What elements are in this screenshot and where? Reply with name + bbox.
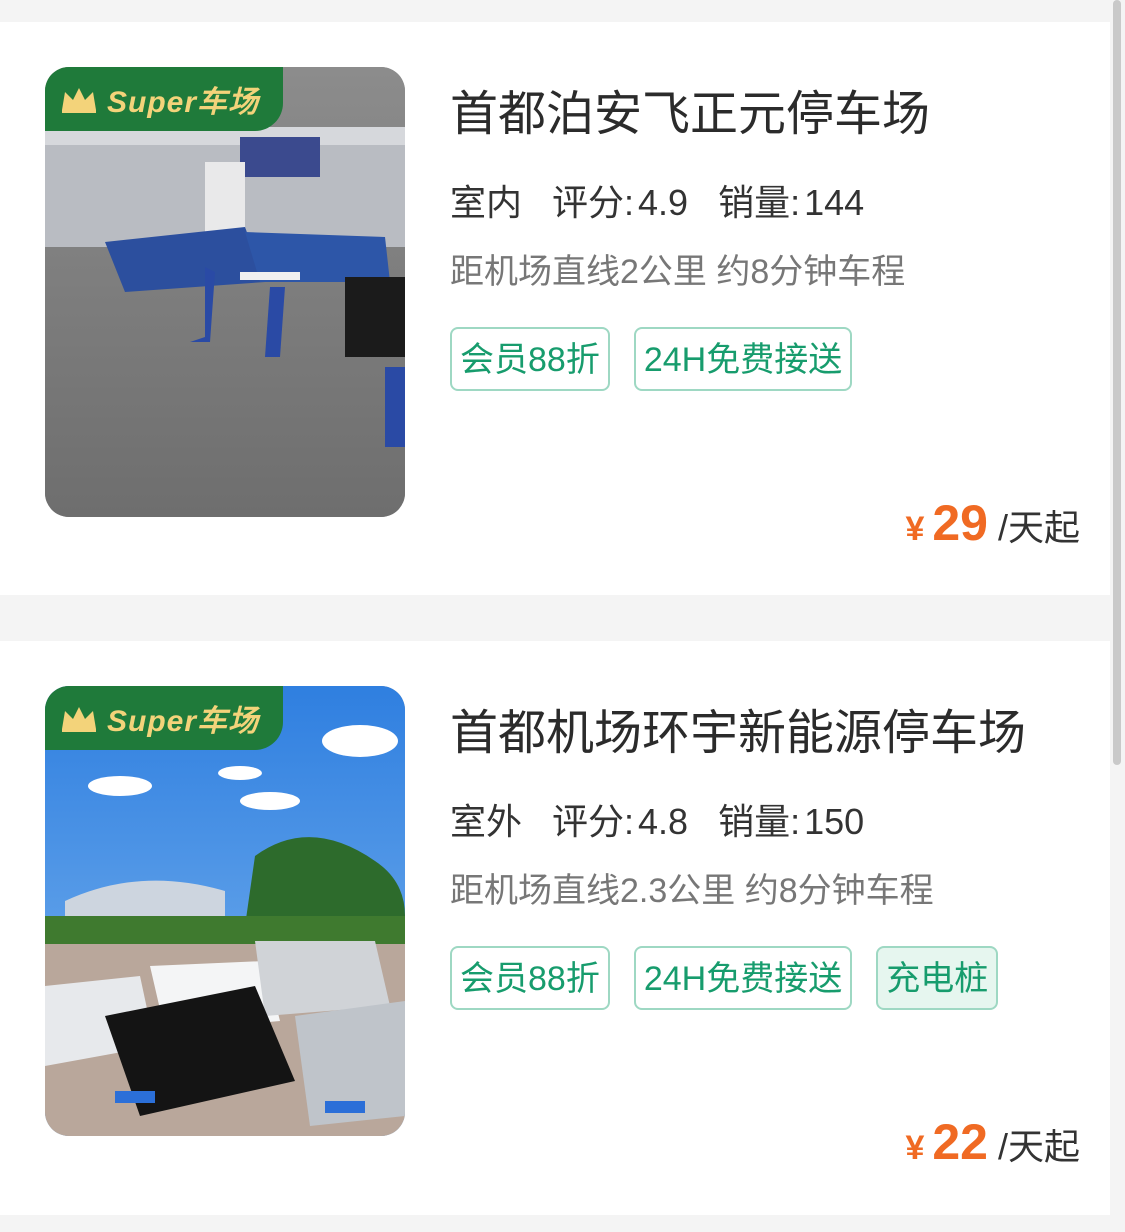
indoor-garage-image <box>45 67 405 517</box>
badge-label: Super车场 <box>107 705 260 738</box>
distance-info: 距机场直线2.3公里 约8分钟车程 <box>450 872 934 910</box>
tag-list: 会员88折 24H免费接送 <box>450 327 1090 391</box>
sales-label: 销量: <box>718 801 801 842</box>
price-amount: 22 <box>932 1114 988 1170</box>
parking-lot-meta: 室内 评分: 4.9 销量: 144 <box>450 174 865 232</box>
scrollbar[interactable] <box>1113 0 1121 765</box>
sales-label: 销量: <box>718 182 801 223</box>
badge-label: Super车场 <box>107 86 260 119</box>
location-type: 室内 <box>450 174 523 232</box>
rating-value: 4.9 <box>638 182 689 223</box>
tag-list: 会员88折 24H免费接送 充电桩 <box>450 946 1090 1010</box>
parking-lot-meta: 室外 评分: 4.8 销量: 150 <box>450 793 865 851</box>
price-unit: /天起 <box>997 1126 1080 1167</box>
member-discount-tag: 会员88折 <box>450 946 610 1010</box>
location-type: 室外 <box>450 793 523 851</box>
member-discount-tag: 会员88折 <box>450 327 610 391</box>
parking-lot-name[interactable]: 首都机场环宇新能源停车场 <box>450 693 1026 763</box>
currency-symbol: ¥ <box>905 510 925 548</box>
rating-value: 4.8 <box>638 801 689 842</box>
parking-lot-card[interactable]: Super车场 首都机场环宇新能源停车场 室外 评分: 4.8 销量: 150 … <box>0 641 1110 1215</box>
parking-lot-photo: Super车场 <box>45 686 405 1136</box>
currency-symbol: ¥ <box>905 1129 925 1167</box>
price-unit: /天起 <box>997 507 1080 548</box>
super-parking-badge: Super车场 <box>45 686 283 750</box>
sales-value: 150 <box>804 801 865 842</box>
free-shuttle-tag: 24H免费接送 <box>633 327 853 391</box>
charging-pile-tag: 充电桩 <box>876 946 999 1010</box>
super-parking-badge: Super车场 <box>45 67 283 131</box>
sales-value: 144 <box>804 182 865 223</box>
price-amount: 29 <box>932 495 988 551</box>
parking-lot-name[interactable]: 首都泊安飞正元停车场 <box>450 74 930 144</box>
parking-lot-card[interactable]: Super车场 首都泊安飞正元停车场 室内 评分: 4.9 销量: 144 距机… <box>0 22 1110 595</box>
rating-label: 评分: <box>552 801 635 842</box>
price: ¥ 29 /天起 <box>905 494 1080 552</box>
rating-label: 评分: <box>552 182 635 223</box>
price: ¥ 22 /天起 <box>905 1113 1080 1171</box>
free-shuttle-tag: 24H免费接送 <box>633 946 853 1010</box>
outdoor-lot-image <box>45 686 405 1136</box>
crown-icon <box>62 88 96 113</box>
parking-lot-photo: Super车场 <box>45 67 405 517</box>
crown-icon <box>62 707 96 732</box>
distance-info: 距机场直线2公里 约8分钟车程 <box>450 253 906 291</box>
